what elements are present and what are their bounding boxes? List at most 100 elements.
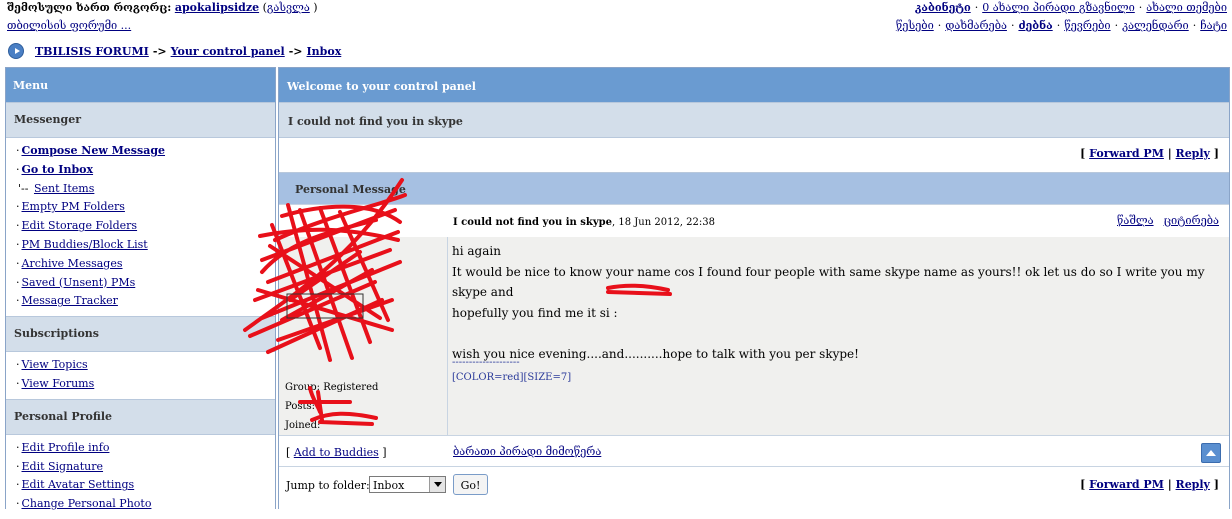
forward-pm-link[interactable]: Forward PM [1089, 147, 1164, 160]
list-item: · Go to Inbox [16, 162, 94, 176]
nav-members[interactable]: წევრები [1064, 19, 1110, 32]
list-item: · Edit Profile info [16, 440, 110, 454]
reply-link[interactable]: Reply [1176, 147, 1210, 160]
signature-divider: -------------------- [452, 357, 520, 368]
go-button[interactable]: Go! [453, 474, 488, 495]
author-meta: Group: Registered Posts: Joined: [285, 378, 378, 435]
chevron-down-icon[interactable] [429, 477, 445, 492]
nav-rules[interactable]: წესები [896, 19, 934, 32]
message-title: I could not find you in skype, 18 Jun 20… [453, 217, 715, 228]
message-subject-heading: I could not find you in skype [279, 102, 1229, 137]
control-panel-menu: Menu Messenger · Compose New Message · Go … [5, 67, 276, 510]
section-personal-profile: Personal Profile [6, 398, 275, 435]
section-subscriptions: Subscriptions [6, 316, 275, 353]
signature: -------------------- [COLOR=red][SIZE=7] [452, 355, 571, 385]
reply-link-bottom[interactable]: Reply [1176, 478, 1210, 491]
edit-profile-link[interactable]: Edit Profile info [22, 441, 110, 454]
view-forums-link[interactable]: View Forums [22, 377, 95, 390]
user-nav: კაბინეტი · 0 ახალი პირადი გზავნილი · ახალი თ… [914, 1, 1227, 14]
site-nav: წესები · დახმარება · ძებნა · წევრები · კალენდარი… [895, 19, 1227, 32]
top-bar: შემოსული ხართ როგორც: apokalipsidze (გას… [7, 0, 1227, 34]
message-line: hopefully you find me it si : [452, 305, 618, 320]
list-item: · Change Personal Photo [16, 497, 152, 511]
message-actions: წაშლა ციტირება [1107, 214, 1219, 227]
signature-text: [COLOR=red][SIZE=7] [452, 372, 572, 383]
archive-messages-link[interactable]: Archive Messages [22, 257, 123, 270]
list-item: · Edit Signature [16, 459, 104, 473]
list-item: · Saved (Unsent) PMs [16, 275, 136, 289]
delete-link[interactable]: წაშლა [1117, 214, 1154, 227]
bottom-actions: [ Forward PM | Reply ] [1080, 478, 1219, 491]
username-link[interactable]: apokalipsidze [175, 1, 259, 14]
breadcrumb-inbox[interactable]: Inbox [307, 45, 342, 58]
breadcrumb-sep: -> [152, 44, 167, 58]
saved-pms-link[interactable]: Saved (Unsent) PMs [22, 276, 136, 289]
list-item: · Edit Storage Folders [16, 219, 138, 233]
nav-search[interactable]: ძებნა [1018, 19, 1052, 32]
list-item: · Empty PM Folders [16, 200, 125, 214]
list-item: · Archive Messages [16, 256, 123, 270]
scroll-top-icon[interactable] [1201, 443, 1221, 463]
messenger-list: · Compose New Message · Go to Inbox '-- Se… [6, 138, 275, 316]
breadcrumb-control-panel[interactable]: Your control panel [171, 45, 285, 58]
joined-label: Joined: [285, 420, 321, 431]
menu-title: Menu [6, 68, 275, 102]
message-tracker-link[interactable]: Message Tracker [22, 294, 118, 307]
list-item: · Message Tracker [16, 294, 118, 308]
subscriptions-list: · View Topics · View Forums [6, 352, 275, 399]
list-item: · PM Buddies/Block List [16, 237, 148, 251]
go-to-inbox-link[interactable]: Go to Inbox [22, 163, 94, 176]
forum-home-link[interactable]: თბილისის ფორუმი ... [7, 19, 131, 32]
nav-chat[interactable]: ჩატი [1200, 19, 1227, 32]
list-item: · Compose New Message [16, 144, 166, 157]
logged-in-label: შემოსული ხართ როგორც: [7, 1, 172, 14]
list-item: · View Forums [16, 376, 95, 390]
message-text: hi again It would be nice to know your n… [452, 241, 1222, 364]
personal-message-header: Personal Message [279, 172, 1229, 207]
nav-arrow-icon [8, 43, 24, 59]
message-body: hi again It would be nice to know your n… [448, 237, 1229, 435]
compose-message-link[interactable]: Compose New Message [22, 144, 166, 157]
quote-link[interactable]: ციტირება [1164, 214, 1219, 227]
breadcrumb: TBILISIS FORUMI -> Your control panel ->… [8, 42, 341, 60]
pm-history-link[interactable]: ბარათი პირადი მიმოწერა [453, 445, 601, 458]
breadcrumb-sep: -> [288, 44, 303, 58]
list-item: · View Topics [16, 358, 88, 372]
add-buddy-wrap: [ Add to Buddies ] [286, 446, 387, 459]
message-title-text: I could not find you in skype [453, 217, 613, 228]
pm-buddies-link[interactable]: PM Buddies/Block List [22, 238, 148, 251]
breadcrumb-forum[interactable]: TBILISIS FORUMI [35, 45, 149, 58]
section-messenger: Messenger [6, 102, 275, 138]
nav-new-pm[interactable]: 0 ახალი პირადი გზავნილი [982, 1, 1135, 14]
view-topics-link[interactable]: View Topics [22, 358, 88, 371]
sent-items-link[interactable]: Sent Items [34, 182, 94, 195]
nav-new-topics[interactable]: ახალი თემები [1146, 1, 1227, 14]
change-photo-link[interactable]: Change Personal Photo [22, 497, 152, 510]
list-item: · Edit Avatar Settings [16, 478, 135, 492]
top-actions: [ Forward PM | Reply ] [279, 137, 1229, 172]
list-item: '-- Sent Items [18, 181, 95, 195]
group-value: Registered [323, 382, 379, 393]
edit-avatar-link[interactable]: Edit Avatar Settings [22, 478, 135, 491]
message-footer: [ Add to Buddies ] ბარათი პირადი მიმოწერ… [279, 435, 1229, 467]
message-header-row: I could not find you in skype, 18 Jun 20… [279, 204, 1229, 238]
folder-select[interactable]: Inbox [369, 476, 446, 493]
message-line [452, 323, 1222, 344]
panel-title: Welcome to your control panel [279, 68, 1229, 102]
jump-folder-row: Jump to folder: Inbox Go! [ Forward PM |… [279, 466, 1229, 510]
nav-help[interactable]: დახმარება [945, 19, 1007, 32]
edit-storage-folders-link[interactable]: Edit Storage Folders [22, 219, 138, 232]
edit-signature-link[interactable]: Edit Signature [22, 460, 104, 473]
empty-folders-link[interactable]: Empty PM Folders [22, 200, 125, 213]
add-to-buddies-link[interactable]: Add to Buddies [294, 446, 379, 459]
nav-cabinet[interactable]: კაბინეტი [915, 1, 971, 14]
jump-label: Jump to folder: [286, 479, 370, 492]
profile-list: · Edit Profile info · Edit Signature · Edit… [6, 435, 275, 519]
author-info: Group: Registered Posts: Joined: [279, 237, 448, 435]
forward-pm-link-bottom[interactable]: Forward PM [1089, 478, 1164, 491]
nav-calendar[interactable]: კალენდარი [1122, 19, 1189, 32]
posts-label: Posts: [285, 401, 315, 412]
logout-link[interactable]: გასვლა [267, 1, 310, 14]
login-status: შემოსული ხართ როგორც: apokalipsidze (გას… [7, 1, 318, 14]
forum-home-link-wrap: თბილისის ფორუმი ... [7, 19, 131, 32]
